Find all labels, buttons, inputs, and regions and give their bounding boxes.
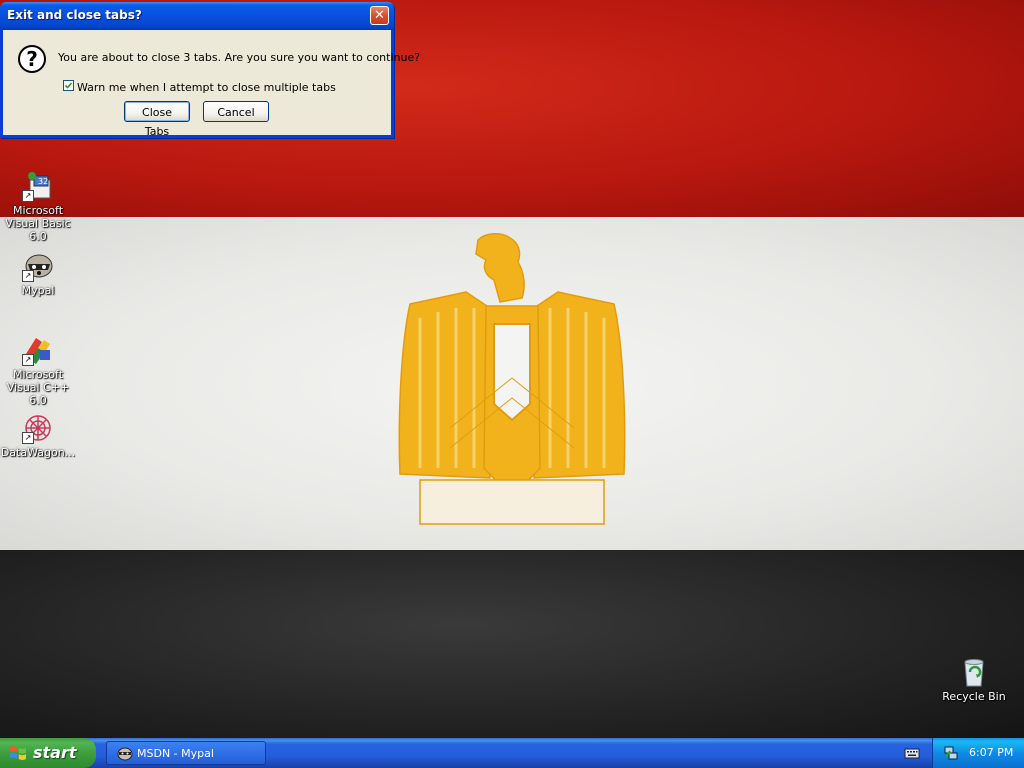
question-icon: ? <box>18 45 46 73</box>
mypal-raccoon-icon: ↗ <box>22 250 54 282</box>
desktop-icon-datawagon[interactable]: ↗ DataWagon... <box>0 412 76 459</box>
taskbar-item-mypal[interactable]: MSDN - Mypal <box>106 741 266 765</box>
warn-multiple-tabs-label[interactable]: Warn me when I attempt to close multiple… <box>77 81 336 94</box>
recycle-bin-icon <box>958 656 990 688</box>
warn-multiple-tabs-checkbox[interactable] <box>63 80 74 91</box>
system-tray: 6:07 PM <box>932 738 1024 768</box>
start-label: start <box>33 743 77 762</box>
close-tabs-button[interactable]: Close Tabs <box>124 101 190 138</box>
taskbar-item-label: MSDN - Mypal <box>137 747 214 760</box>
dialog-title: Exit and close tabs? <box>7 8 142 22</box>
keyboard-icon[interactable] <box>904 746 920 760</box>
clock[interactable]: 6:07 PM <box>969 746 1013 759</box>
desktop-icon-mypal[interactable]: ↗ Mypal <box>0 250 76 297</box>
dialog-body: ? You are about to close 3 tabs. Are you… <box>3 30 420 138</box>
windows-flag-icon <box>10 746 26 760</box>
eagle-emblem-icon <box>398 233 626 525</box>
desktop-icon-label: Mypal <box>21 284 55 297</box>
desktop-icon-visual-cpp[interactable]: ↗ Microsoft Visual C++ 6.0 <box>0 334 76 407</box>
visual-cpp-icon: ↗ <box>22 334 54 366</box>
desktop-icon-label: Microsoft Visual Basic 6.0 <box>5 204 71 243</box>
desktop-icon-label: DataWagon... <box>0 446 76 459</box>
dialog-message: You are about to close 3 tabs. Are you s… <box>58 51 421 64</box>
flag-black-band <box>0 550 1024 738</box>
close-icon: ✕ <box>374 8 385 23</box>
svg-text:?: ? <box>26 47 38 71</box>
desktop-icon-label: Recycle Bin <box>942 690 1006 703</box>
desktop-icon-recycle-bin[interactable]: Recycle Bin <box>936 656 1012 703</box>
svg-text:32: 32 <box>38 177 48 186</box>
exit-close-tabs-dialog: Exit and close tabs? ✕ ? You are about t… <box>0 2 420 138</box>
desktop-icon-visual-basic[interactable]: 32 ↗ Microsoft Visual Basic 6.0 <box>0 170 76 243</box>
start-button[interactable]: start <box>0 738 96 768</box>
checkmark-icon <box>64 82 73 89</box>
taskbar: start MSDN - Mypal 6:07 PM <box>0 738 1024 768</box>
dialog-close-button[interactable]: ✕ <box>370 6 389 25</box>
cancel-button[interactable]: Cancel <box>203 101 269 122</box>
datawagon-icon: ↗ <box>22 412 54 444</box>
desktop-icon-label: Microsoft Visual C++ 6.0 <box>6 368 70 407</box>
mypal-raccoon-icon <box>117 747 133 761</box>
dialog-titlebar[interactable]: Exit and close tabs? ✕ <box>0 2 394 30</box>
visual-basic-icon: 32 ↗ <box>22 170 54 202</box>
network-icon[interactable] <box>943 745 959 761</box>
